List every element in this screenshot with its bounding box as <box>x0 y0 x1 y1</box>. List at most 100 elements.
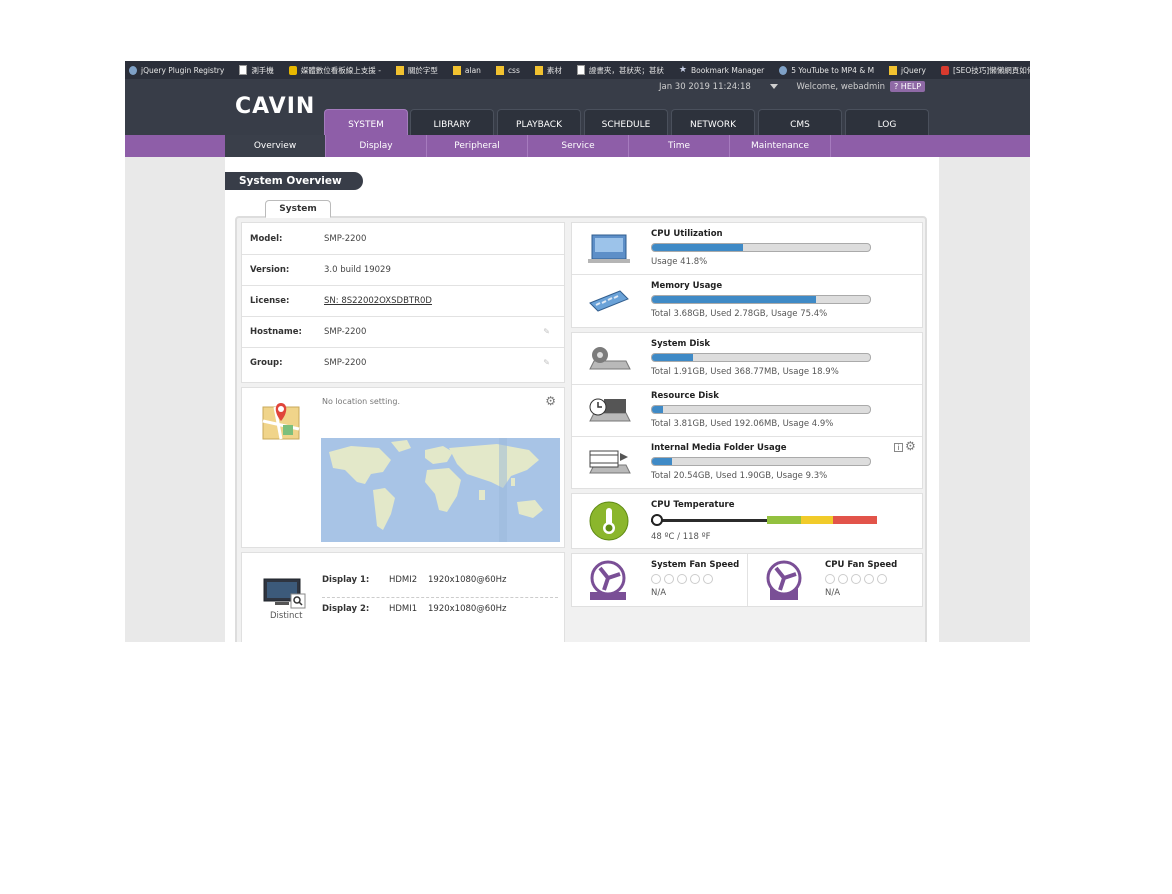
fan-dot <box>851 574 861 584</box>
folder-icon <box>889 65 898 75</box>
bookmark-item[interactable]: 5 YouTube to MP4 & M <box>775 65 875 75</box>
star-icon: ★ <box>678 65 687 75</box>
browser-window: jQuery Plugin Registry 測手機 媒體數位看板線上支援 - 關於字… <box>125 61 1030 642</box>
bookmark-item[interactable]: [SEO技巧]懶懶網頁如何 <box>937 65 1030 76</box>
bookmark-item[interactable]: 測手機 <box>235 65 274 76</box>
overview-frame: Model: SMP-2200 Version: 3.0 build 19029… <box>235 216 927 642</box>
submenu-display[interactable]: Display <box>326 135 427 157</box>
metric-title: CPU Temperature <box>651 500 735 510</box>
submenu-service[interactable]: Service <box>528 135 629 157</box>
metric-text: N/A <box>651 588 667 598</box>
fan-dot <box>690 574 700 584</box>
metric-text: Total 20.54GB, Used 1.90GB, Usage 9.3% <box>651 471 828 481</box>
bookmark-item[interactable]: 素材 <box>531 65 562 76</box>
progress-fill <box>652 458 673 465</box>
tab-system-overview[interactable]: System <box>265 200 331 218</box>
bookmark-item[interactable]: ★ Bookmark Manager <box>675 65 764 75</box>
bookmark-item[interactable]: 證書夾，甚狀夾；甚狀 <box>573 65 664 76</box>
bookmark-label: jQuery <box>901 65 926 75</box>
temperature-gauge <box>651 516 881 524</box>
gauge-red <box>833 516 877 524</box>
bookmark-label: 媒體數位看板線上支援 - <box>300 65 381 75</box>
help-label: HELP <box>900 82 922 91</box>
submenu-maintenance[interactable]: Maintenance <box>730 135 831 157</box>
progress-bar <box>651 243 871 252</box>
metric-title: System Disk <box>651 339 711 349</box>
info-label: Model: <box>250 234 283 244</box>
bookmark-label: 素材 <box>546 65 562 75</box>
tab-system[interactable]: SYSTEM <box>324 109 408 135</box>
edit-pencil-icon[interactable]: ✎ <box>543 358 550 367</box>
submenu-overview[interactable]: Overview <box>225 135 326 157</box>
display-row: Display 1: HDMI2 1920x1080@60Hz <box>322 575 558 598</box>
metric-title: Internal Media Folder Usage <box>651 443 787 453</box>
tab-library[interactable]: LIBRARY <box>410 109 494 135</box>
info-icon[interactable]: i <box>894 443 903 452</box>
bookmark-item[interactable]: jQuery Plugin Registry <box>125 65 225 75</box>
bookmark-item[interactable]: 關於字型 <box>392 65 438 76</box>
tab-label: CMS <box>790 120 810 130</box>
cavin-logo[interactable]: CAVIN <box>235 94 315 119</box>
tab-schedule[interactable]: SCHEDULE <box>584 109 668 135</box>
tab-cms[interactable]: CMS <box>758 109 842 135</box>
metric-title: Memory Usage <box>651 281 723 291</box>
gear-icon[interactable]: ⚙ <box>905 439 916 453</box>
tab-playback[interactable]: PLAYBACK <box>497 109 581 135</box>
world-map[interactable] <box>321 438 560 542</box>
edit-pencil-icon[interactable]: ✎ <box>543 327 550 336</box>
submenu-peripheral[interactable]: Peripheral <box>427 135 528 157</box>
help-button[interactable]: ? HELP <box>890 81 926 92</box>
tab-log[interactable]: LOG <box>845 109 929 135</box>
tab-label: SCHEDULE <box>601 120 651 130</box>
fan-speed-dots <box>825 574 890 584</box>
help-icon: ? <box>894 82 899 91</box>
bookmark-item[interactable]: css <box>492 65 520 75</box>
display-panel: Distinct Display 1: HDMI2 1920x1080@60Hz… <box>241 552 565 642</box>
fan-icon <box>766 560 802 600</box>
bookmark-label: jQuery Plugin Registry <box>141 65 225 75</box>
temperature-panel: CPU Temperature 48 ºC / 118 ºF <box>571 493 923 549</box>
thermometer-icon <box>589 501 629 541</box>
display-resolution: 1920x1080@60Hz <box>428 575 507 585</box>
bookmark-label: 5 YouTube to MP4 & M <box>791 65 875 75</box>
gauge-knob <box>651 514 663 526</box>
resource-disk: Resource Disk Total 3.81GB, Used 192.06M… <box>572 385 922 437</box>
metric-text: N/A <box>825 588 841 598</box>
bookmark-item[interactable]: 媒體數位看板線上支援 - <box>285 65 381 76</box>
display-row: Display 2: HDMI1 1920x1080@60Hz <box>322 604 558 624</box>
gear-icon[interactable]: ⚙ <box>545 394 556 408</box>
tab-label: LOG <box>877 120 897 130</box>
datetime-dropdown[interactable]: Jan 30 2019 11:24:18 <box>659 82 778 92</box>
page-icon <box>576 65 585 75</box>
bookmark-item[interactable]: alan <box>449 65 481 75</box>
disk-panel: System Disk Total 1.91GB, Used 368.77MB,… <box>571 332 923 489</box>
info-value: SMP-2200 <box>324 358 367 368</box>
fan-icon <box>590 560 626 600</box>
bookmark-label: Bookmark Manager <box>690 65 765 75</box>
folder-icon <box>495 65 504 75</box>
info-value: 3.0 build 19029 <box>324 265 391 275</box>
metric-text: Total 3.81GB, Used 192.06MB, Usage 4.9% <box>651 419 834 429</box>
submenu-time[interactable]: Time <box>629 135 730 157</box>
progress-fill <box>652 244 744 251</box>
tab-label: NETWORK <box>689 120 737 130</box>
location-status: No location setting. <box>322 397 400 406</box>
internal-media-folder: Internal Media Folder Usage i ⚙ Total 20… <box>572 437 922 488</box>
display-mode: Distinct <box>270 611 303 621</box>
memory-icon <box>589 290 629 312</box>
fan-dot <box>838 574 848 584</box>
cpu-utilization: CPU Utilization Usage 41.8% <box>572 223 922 275</box>
folder-icon <box>452 65 461 75</box>
info-row-group: Group: SMP-2200 ✎ <box>242 347 564 378</box>
cpu-fan: CPU Fan Speed N/A <box>748 554 923 606</box>
tab-network[interactable]: NETWORK <box>671 109 755 135</box>
display-label: Display 2: <box>322 604 370 614</box>
submenu-bar: Overview Display Peripheral Service Time… <box>125 135 1030 157</box>
tab-label: PLAYBACK <box>516 120 562 130</box>
metric-text: 48 ºC / 118 ºF <box>651 532 711 542</box>
info-row-model: Model: SMP-2200 <box>242 223 564 255</box>
bookmark-item[interactable]: jQuery <box>885 65 926 75</box>
fan-dot <box>664 574 674 584</box>
system-disk: System Disk Total 1.91GB, Used 368.77MB,… <box>572 333 922 385</box>
license-link[interactable]: SN: 8S22002OXSDBTR0D <box>324 296 432 306</box>
